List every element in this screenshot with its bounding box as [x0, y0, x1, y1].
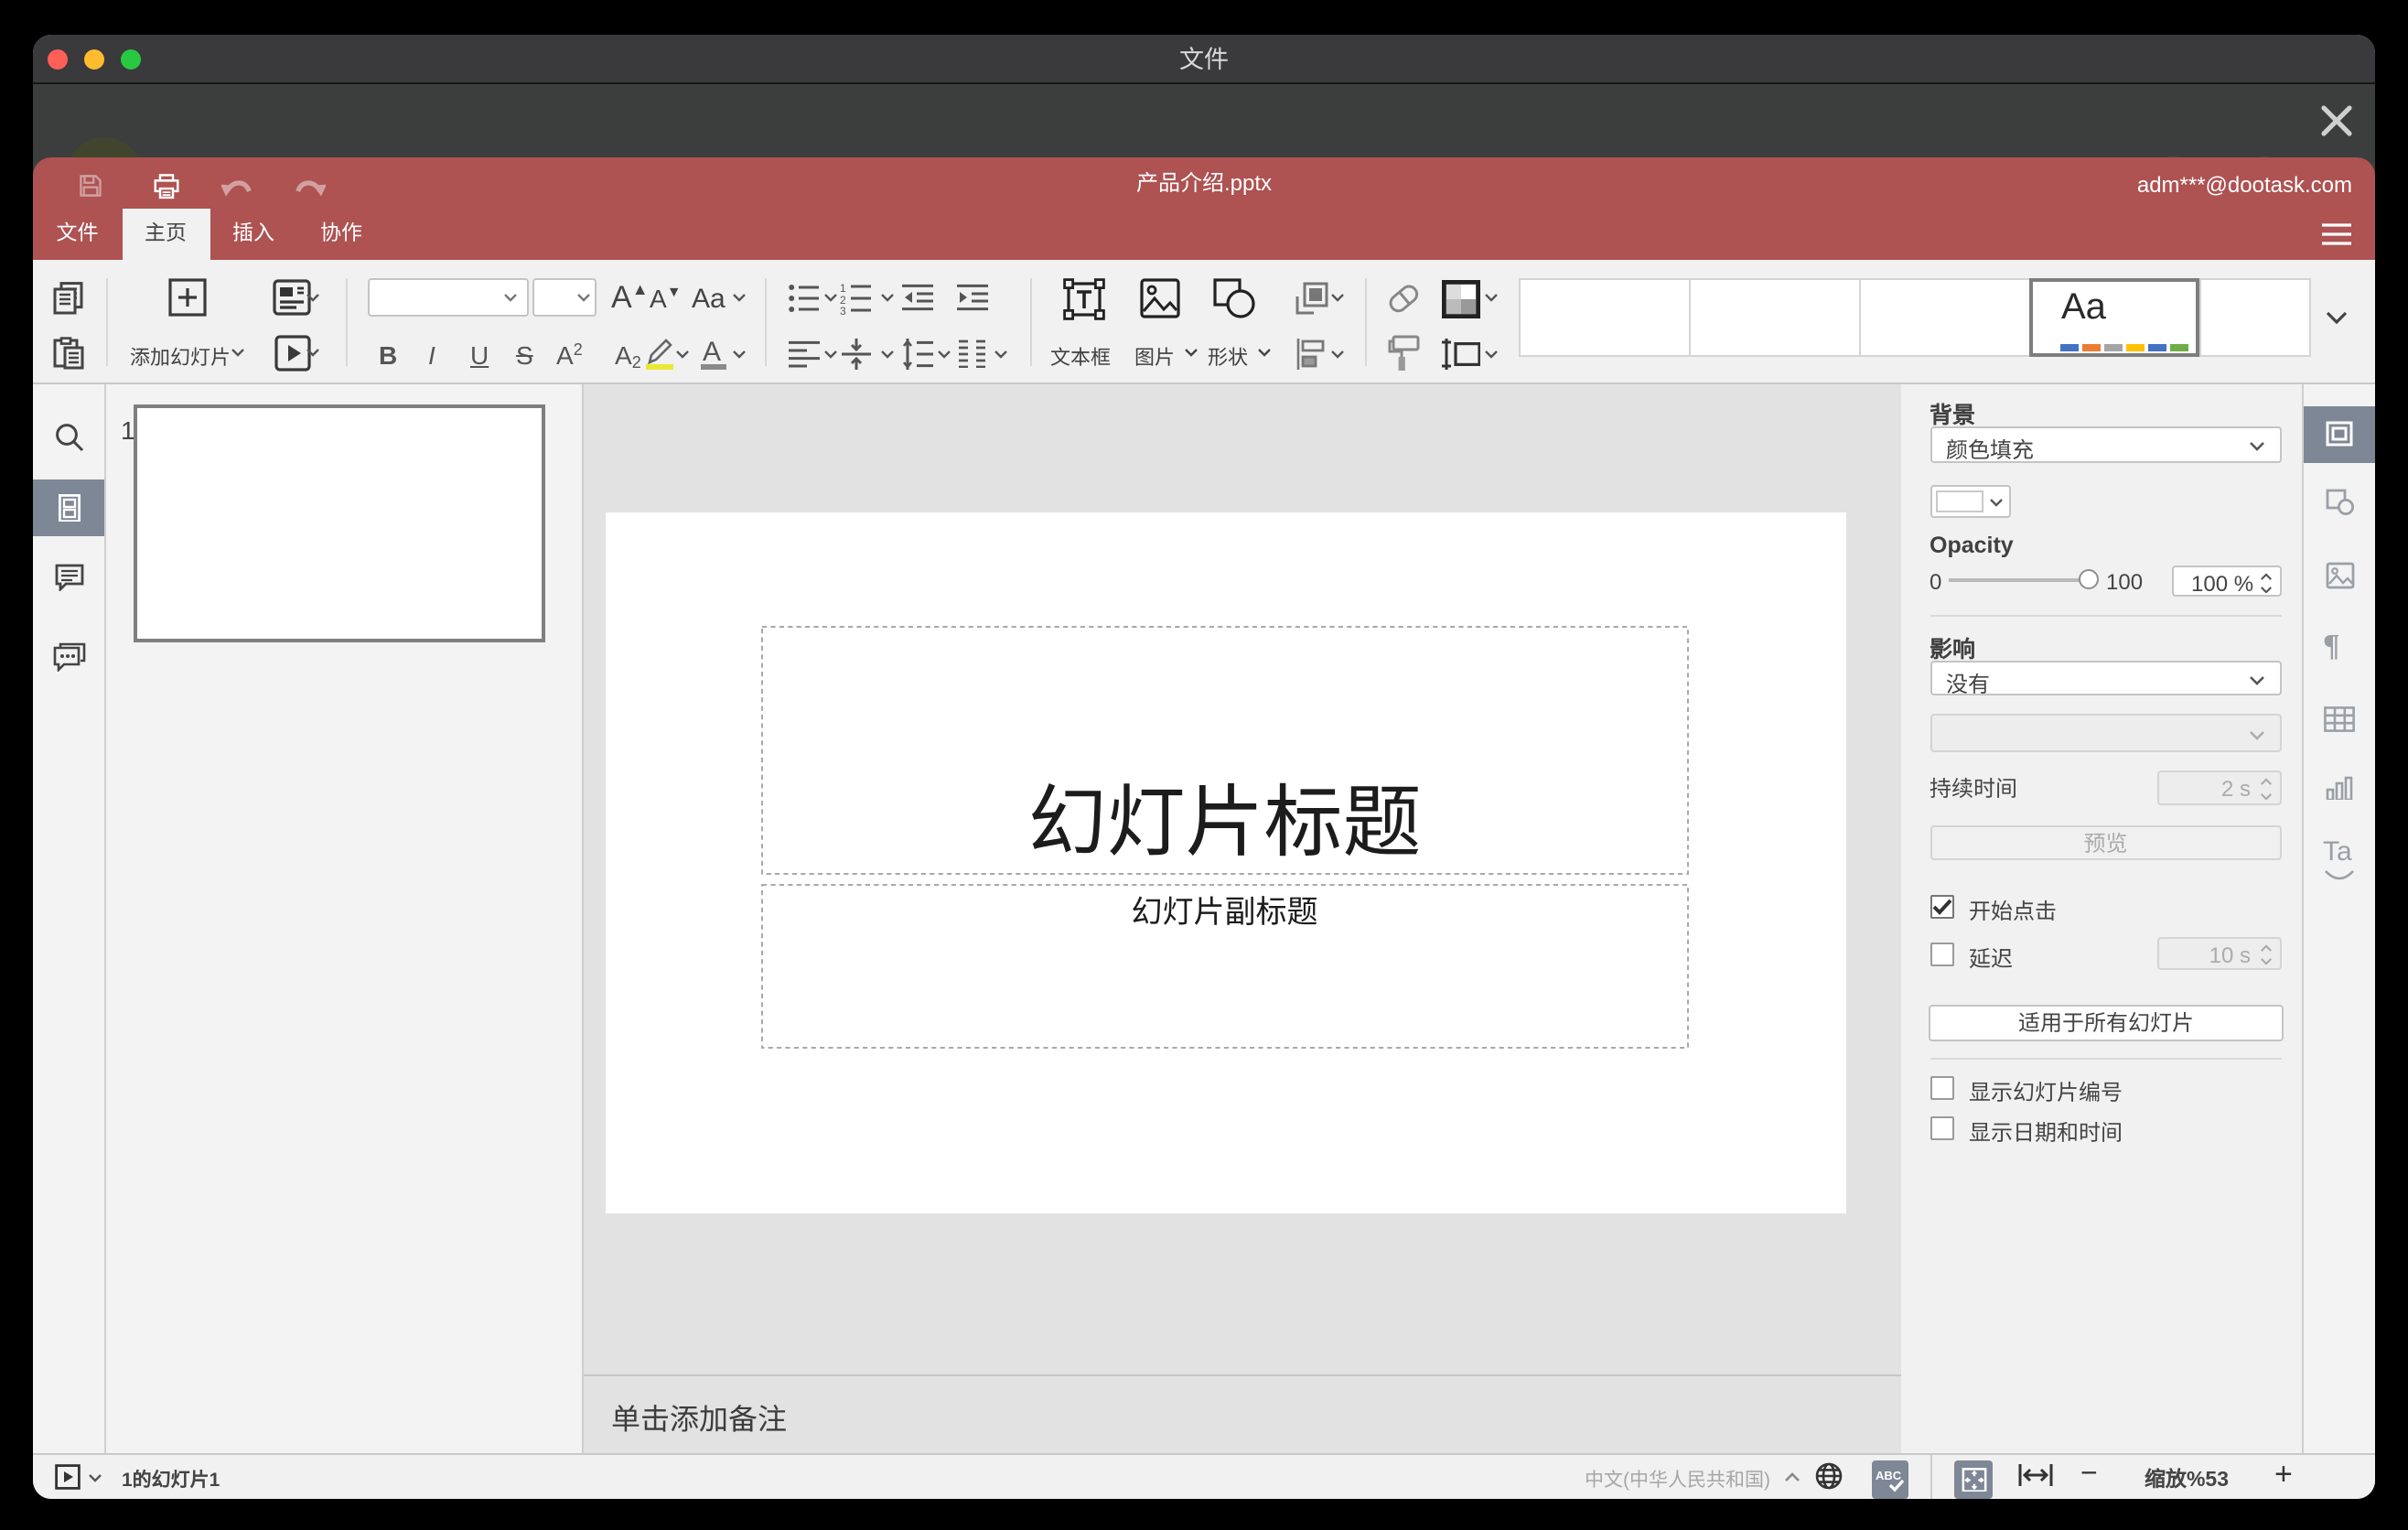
svg-text:1: 1	[840, 281, 846, 294]
svg-text:ABC: ABC	[1876, 1468, 1902, 1482]
svg-text:3: 3	[840, 304, 846, 314]
